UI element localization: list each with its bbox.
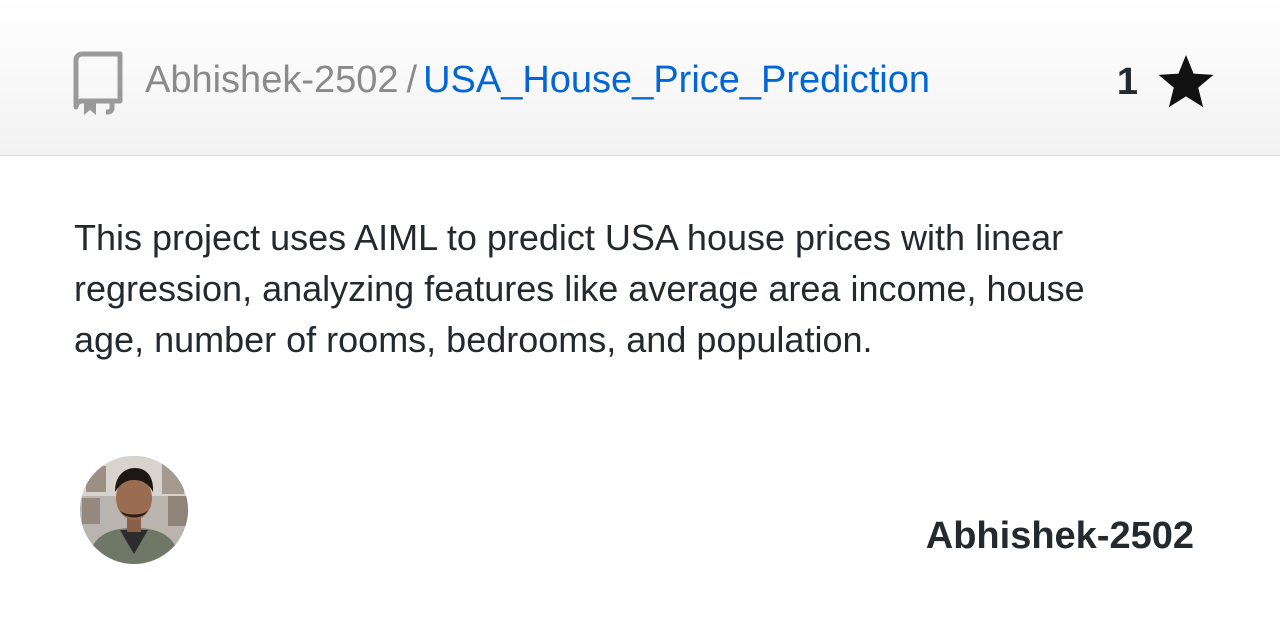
star-icon[interactable] — [1156, 52, 1216, 112]
star-counter[interactable]: 1 — [1117, 52, 1216, 112]
path-separator: / — [406, 59, 418, 101]
card-header: Abhishek-2502/USA_House_Price_Prediction… — [0, 0, 1280, 156]
repo-book-icon — [73, 51, 123, 115]
repo-name-link[interactable]: USA_House_Price_Prediction — [423, 59, 930, 101]
repo-path: Abhishek-2502/USA_House_Price_Prediction — [145, 57, 930, 103]
repo-social-card: Abhishek-2502/USA_House_Price_Prediction… — [0, 0, 1280, 640]
author-avatar[interactable] — [80, 456, 188, 564]
avatar-photo — [80, 456, 188, 564]
repo-description: This project uses AIML to predict USA ho… — [74, 217, 1085, 360]
repo-owner[interactable]: Abhishek-2502 — [145, 59, 399, 101]
author-name[interactable]: Abhishek-2502 — [926, 515, 1194, 558]
star-count: 1 — [1116, 60, 1138, 103]
